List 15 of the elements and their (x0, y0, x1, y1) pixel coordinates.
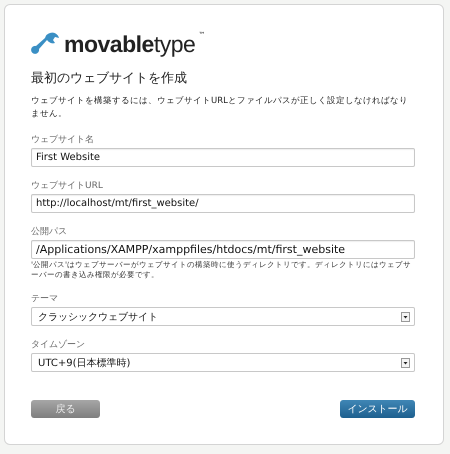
field-label: ウェブサイトURL (31, 180, 104, 192)
field-label: タイムゾーン (31, 338, 86, 351)
logo-text: movabletype (64, 30, 196, 58)
input-field[interactable]: http://localhost/mt/first_website/ (31, 194, 415, 213)
field-label: ウェブサイト名 (31, 134, 95, 146)
select-field[interactable]: クラッシックウェブサイト (31, 307, 415, 326)
input-field[interactable]: First Website (31, 148, 415, 167)
field-label: テーマ (31, 293, 59, 305)
select-field[interactable]: UTC+9(日本標準時) (31, 353, 415, 372)
wrench-icon (31, 31, 61, 57)
description-text: ウェブサイトを構築するには、ウェブサイトURLとファイルパスが正しく設定しなければなりません。 (31, 95, 409, 121)
install-button[interactable]: インストール (340, 400, 415, 418)
field-label: 公開パス (31, 226, 68, 238)
page-title: 最初のウェブサイトを作成 (31, 70, 188, 87)
input-field[interactable]: /Applications/XAMPP/xamppfiles/htdocs/mt/first_website (31, 240, 415, 259)
